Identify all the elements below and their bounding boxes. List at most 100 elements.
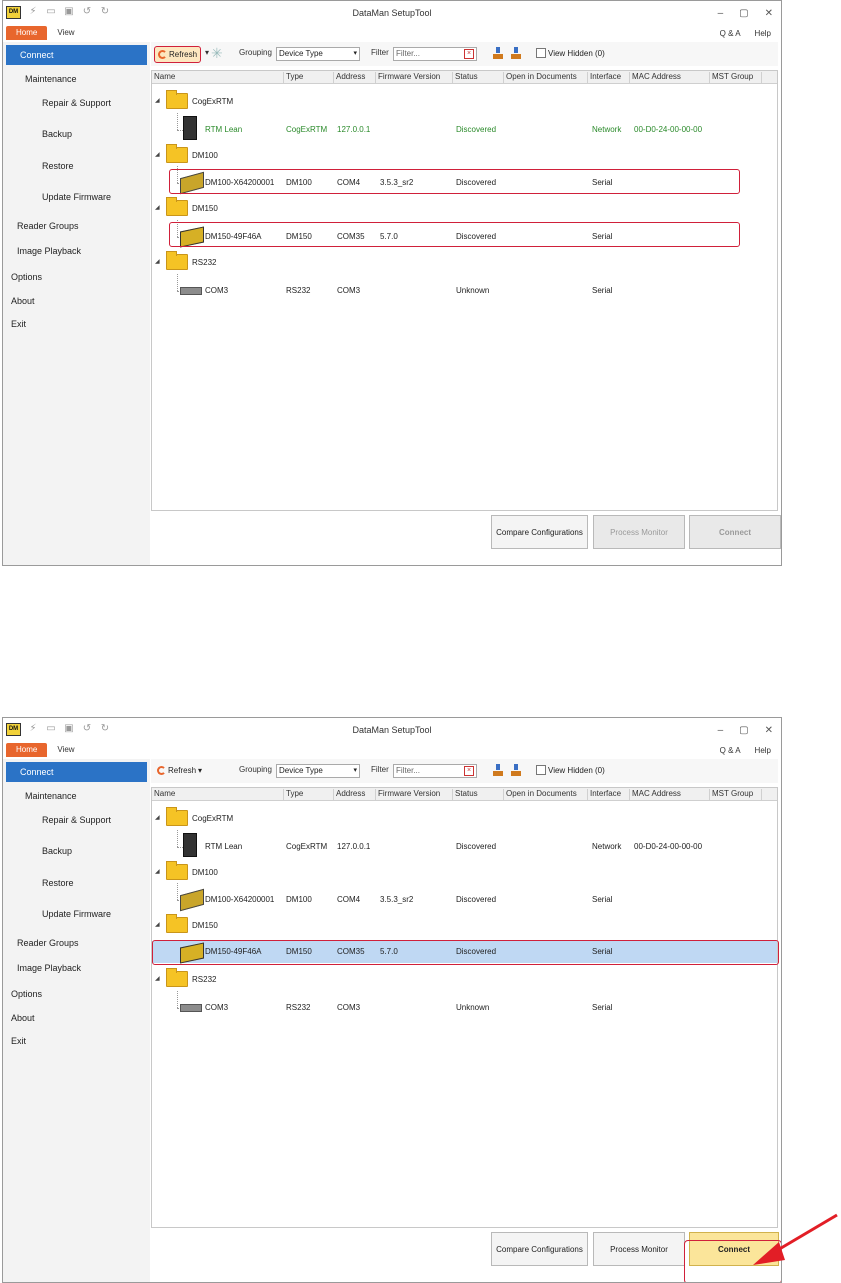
compare-configurations-button[interactable]: Compare Configurations (491, 1232, 588, 1266)
sidebar: Connect Maintenance Repair & Support Bac… (3, 759, 150, 1282)
chevron-down-icon: ▾ (353, 50, 357, 57)
col-status[interactable]: Status (453, 789, 504, 800)
sidebar-item-about[interactable]: About (11, 296, 35, 306)
sidebar-item-options[interactable]: Options (11, 272, 42, 282)
import-icon[interactable] (493, 764, 503, 776)
expand-arrow-icon[interactable]: ◢ (155, 97, 160, 104)
col-open-in-documents[interactable]: Open in Documents (504, 72, 588, 83)
col-interface[interactable]: Interface (588, 789, 630, 800)
help-link[interactable]: Help (755, 29, 771, 38)
restore-icon[interactable]: ▢ (739, 8, 748, 19)
col-name[interactable]: Name (152, 789, 284, 800)
help-link[interactable]: Help (755, 746, 771, 755)
sidebar-item-restore[interactable]: Restore (42, 161, 74, 171)
toolbar: Refresh ▾ Grouping Device Type ▾ Filter F… (151, 759, 778, 783)
view-hidden-checkbox[interactable]: View Hidden (0) (536, 765, 605, 775)
col-name[interactable]: Name (152, 72, 284, 83)
folder-icon (166, 968, 188, 987)
folder-icon (166, 197, 188, 216)
col-mst-group[interactable]: MST Group (710, 72, 762, 83)
rtm-device-icon (183, 833, 197, 857)
restore-icon[interactable]: ▢ (739, 725, 748, 736)
highlight-dm150-selected (152, 940, 779, 965)
connect-button[interactable]: Connect (689, 515, 781, 549)
col-mac[interactable]: MAC Address (630, 72, 710, 83)
device-row-dm100[interactable]: DM100-X64200001 DM100 COM4 3.5.3_sr2 Dis… (152, 883, 777, 912)
expand-arrow-icon[interactable]: ◢ (155, 151, 160, 158)
sidebar-item-exit[interactable]: Exit (11, 319, 26, 329)
clear-filter-icon[interactable]: × (464, 49, 474, 59)
import-icon[interactable] (493, 47, 503, 59)
col-address[interactable]: Address (334, 72, 376, 83)
col-type[interactable]: Type (284, 72, 334, 83)
view-hidden-checkbox[interactable]: View Hidden (0) (536, 48, 605, 58)
col-address[interactable]: Address (334, 789, 376, 800)
grouping-select[interactable]: Device Type ▾ (276, 47, 360, 61)
sidebar-item-about[interactable]: About (11, 1013, 35, 1023)
expand-arrow-icon[interactable]: ◢ (155, 204, 160, 211)
refresh-dropdown-icon[interactable]: ▾ (198, 766, 202, 775)
folder-icon (166, 861, 188, 880)
close-icon[interactable]: ✕ (765, 8, 773, 19)
sidebar-item-exit[interactable]: Exit (11, 1036, 26, 1046)
expand-arrow-icon[interactable]: ◢ (155, 814, 160, 821)
expand-arrow-icon[interactable]: ◢ (155, 258, 160, 265)
export-icon[interactable] (511, 47, 521, 59)
qa-link[interactable]: Q & A (720, 29, 741, 38)
refresh-icon (158, 50, 167, 59)
refresh-button[interactable]: Refresh (154, 46, 202, 63)
minimize-icon[interactable]: – (718, 725, 724, 736)
sidebar-item-reader-groups[interactable]: Reader Groups (17, 938, 79, 948)
sidebar-item-image-playback[interactable]: Image Playback (17, 246, 81, 256)
expand-arrow-icon[interactable]: ◢ (155, 975, 160, 982)
sidebar-item-connect[interactable]: Connect (6, 45, 147, 65)
device-row-com3[interactable]: COM3 RS232 COM3 Unknown Serial (152, 274, 777, 300)
col-status[interactable]: Status (453, 72, 504, 83)
sidebar-item-update-firmware[interactable]: Update Firmware (42, 909, 111, 919)
expand-arrow-icon[interactable]: ◢ (155, 868, 160, 875)
col-mst-group[interactable]: MST Group (710, 789, 762, 800)
col-open-in-documents[interactable]: Open in Documents (504, 789, 588, 800)
expand-arrow-icon[interactable]: ◢ (155, 921, 160, 928)
device-row-rtm-lean[interactable]: RTM Lean CogExRTM 127.0.0.1 Discovered N… (152, 113, 777, 140)
export-icon[interactable] (511, 764, 521, 776)
col-type[interactable]: Type (284, 789, 334, 800)
clear-filter-icon[interactable]: × (464, 766, 474, 776)
sidebar-item-options[interactable]: Options (11, 989, 42, 999)
device-row-rtm-lean[interactable]: RTM Lean CogExRTM 127.0.0.1 Discovered N… (152, 830, 777, 857)
close-icon[interactable]: ✕ (765, 725, 773, 736)
refresh-button[interactable]: Refresh ▾ (154, 763, 205, 778)
process-monitor-button[interactable]: Process Monitor (593, 1232, 685, 1266)
spinner-icon: ✳ (211, 45, 223, 61)
sidebar-item-image-playback[interactable]: Image Playback (17, 963, 81, 973)
process-monitor-button[interactable]: Process Monitor (593, 515, 685, 549)
grouping-select[interactable]: Device Type ▾ (276, 764, 360, 778)
qa-link[interactable]: Q & A (720, 746, 741, 755)
serial-port-icon (180, 287, 202, 295)
tab-view[interactable]: View (47, 743, 84, 757)
filter-input[interactable]: Filter... × (393, 764, 477, 778)
sidebar-item-maintenance[interactable]: Maintenance (25, 74, 77, 84)
sidebar-item-reader-groups[interactable]: Reader Groups (17, 221, 79, 231)
sidebar-item-backup[interactable]: Backup (42, 129, 72, 139)
minimize-icon[interactable]: – (718, 8, 724, 19)
pointer-arrow (753, 1213, 838, 1265)
tab-view[interactable]: View (47, 26, 84, 40)
col-interface[interactable]: Interface (588, 72, 630, 83)
col-mac[interactable]: MAC Address (630, 789, 710, 800)
filter-input[interactable]: Filter... × (393, 47, 477, 61)
sidebar-item-backup[interactable]: Backup (42, 846, 72, 856)
sidebar-item-repair-support[interactable]: Repair & Support (42, 815, 111, 825)
tab-home[interactable]: Home (6, 743, 48, 757)
col-firmware[interactable]: Firmware Version (376, 72, 453, 83)
refresh-dropdown-icon[interactable]: ▾ (205, 48, 209, 57)
tab-home[interactable]: Home (6, 26, 48, 40)
sidebar-item-restore[interactable]: Restore (42, 878, 74, 888)
sidebar-item-maintenance[interactable]: Maintenance (25, 791, 77, 801)
sidebar-item-repair-support[interactable]: Repair & Support (42, 98, 111, 108)
device-row-com3[interactable]: COM3 RS232 COM3 Unknown Serial (152, 991, 777, 1017)
sidebar-item-update-firmware[interactable]: Update Firmware (42, 192, 111, 202)
sidebar-item-connect[interactable]: Connect (6, 762, 147, 782)
col-firmware[interactable]: Firmware Version (376, 789, 453, 800)
compare-configurations-button[interactable]: Compare Configurations (491, 515, 588, 549)
